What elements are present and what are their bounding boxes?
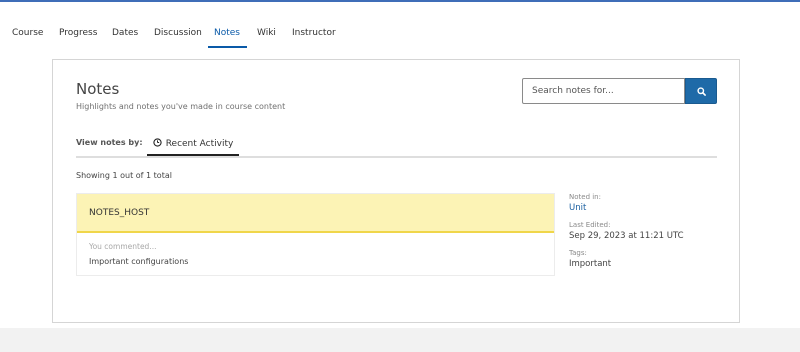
note-comment-text: Important configurations: [89, 257, 189, 266]
results-count: Showing 1 out of 1 total: [76, 171, 172, 180]
tab-course[interactable]: Course: [12, 20, 43, 48]
course-tabs: Course Progress Dates Discussion Notes W…: [0, 20, 800, 50]
search-button[interactable]: [685, 78, 717, 104]
view-notes-by-label: View notes by:: [76, 138, 143, 147]
notes-card: Notes Highlights and notes you've made i…: [52, 59, 740, 323]
page-footer-band: [0, 328, 800, 352]
tab-notes[interactable]: Notes: [208, 20, 247, 48]
note-highlight: NOTES_HOST: [77, 194, 554, 233]
tab-instructor[interactable]: Instructor: [292, 20, 336, 48]
top-accent-bar: [0, 0, 800, 2]
recent-activity-label: Recent Activity: [165, 139, 234, 149]
note-highlight-text: NOTES_HOST: [89, 208, 150, 218]
last-edited-value: Sep 29, 2023 at 11:21 UTC: [569, 231, 684, 241]
page-subtitle: Highlights and notes you've made in cour…: [76, 102, 286, 111]
tab-dates[interactable]: Dates: [112, 20, 138, 48]
tab-progress[interactable]: Progress: [59, 20, 97, 48]
noted-in-link[interactable]: Unit: [569, 203, 586, 213]
search-icon: [697, 87, 706, 96]
view-tabs-divider: [76, 156, 717, 158]
note-comment-label: You commented...: [89, 242, 157, 251]
tags-label: Tags:: [569, 249, 587, 257]
tab-wiki[interactable]: Wiki: [257, 20, 276, 48]
tags-value: Important: [569, 259, 612, 269]
page-title: Notes: [76, 80, 120, 98]
search-notes-input[interactable]: [522, 78, 685, 104]
clock-icon: [153, 138, 162, 147]
note-item: NOTES_HOST You commented... Important co…: [76, 193, 555, 276]
noted-in-label: Noted in:: [569, 193, 601, 201]
tab-recent-activity[interactable]: Recent Activity: [147, 132, 239, 156]
tab-discussion[interactable]: Discussion: [154, 20, 202, 48]
last-edited-label: Last Edited:: [569, 221, 611, 229]
